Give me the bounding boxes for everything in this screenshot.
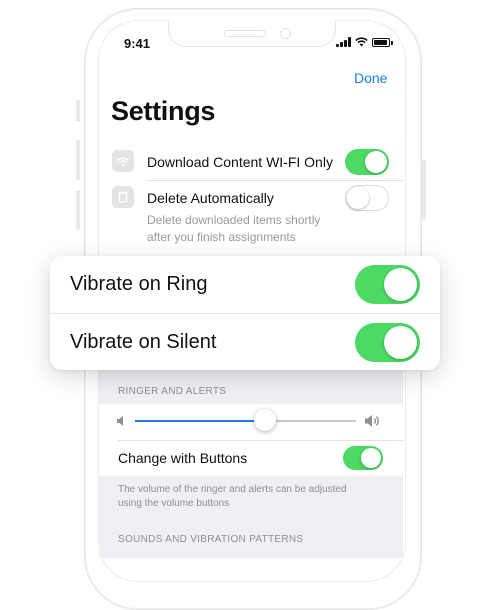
power-button — [422, 160, 426, 220]
volume-down-button — [76, 190, 80, 230]
vibrate-on-ring-toggle[interactable] — [355, 265, 420, 304]
vibrate-settings-card: Vibrate on Ring Vibrate on Silent — [50, 256, 440, 370]
delete-automatically-label: Delete Automatically — [147, 190, 274, 206]
delete-automatically-note: Delete downloaded items shortly after yo… — [147, 212, 320, 246]
done-button[interactable]: Done — [354, 70, 387, 86]
vibrate-on-silent-toggle[interactable] — [355, 323, 420, 362]
battery-tip — [391, 41, 393, 45]
status-time: 9:41 — [124, 36, 151, 51]
volume-low-icon — [117, 416, 123, 426]
sounds-section-header: SOUNDS AND VIBRATION PATTERNS — [118, 534, 304, 545]
note-line: Delete downloaded items shortly — [147, 213, 321, 227]
volume-up-button — [76, 140, 80, 180]
volume-high-icon — [365, 415, 379, 427]
delete-automatically-toggle[interactable] — [345, 185, 389, 211]
note-line: after you finish assignments — [147, 230, 296, 244]
change-with-buttons-label: Change with Buttons — [118, 450, 248, 466]
card-separator — [50, 313, 440, 314]
wifi-status-icon — [355, 37, 368, 47]
status-icons — [336, 37, 393, 47]
wifi-icon — [112, 150, 134, 172]
front-camera — [280, 28, 291, 39]
note-line: using the volume buttons — [118, 498, 230, 509]
mute-switch — [76, 100, 80, 122]
ringer-section-header: RINGER AND ALERTS — [118, 386, 227, 397]
volume-slider-fill — [135, 420, 266, 422]
change-with-buttons-toggle[interactable] — [343, 446, 383, 470]
download-wifi-only-toggle[interactable] — [345, 149, 389, 175]
cellular-signal-icon — [336, 37, 351, 47]
speaker-grille — [224, 30, 266, 37]
page-title: Settings — [111, 96, 216, 126]
row-separator — [147, 180, 403, 181]
vibrate-on-silent-label: Vibrate on Silent — [70, 331, 217, 353]
note-line: The volume of the ringer and alerts can … — [118, 484, 347, 495]
download-wifi-only-label: Download Content WI-FI Only — [147, 154, 333, 170]
trash-icon — [112, 186, 134, 208]
ringer-footer-note: The volume of the ringer and alerts can … — [118, 483, 346, 511]
vibrate-on-ring-label: Vibrate on Ring — [70, 273, 208, 295]
ringer-separator — [118, 440, 403, 441]
battery-icon — [372, 38, 390, 47]
